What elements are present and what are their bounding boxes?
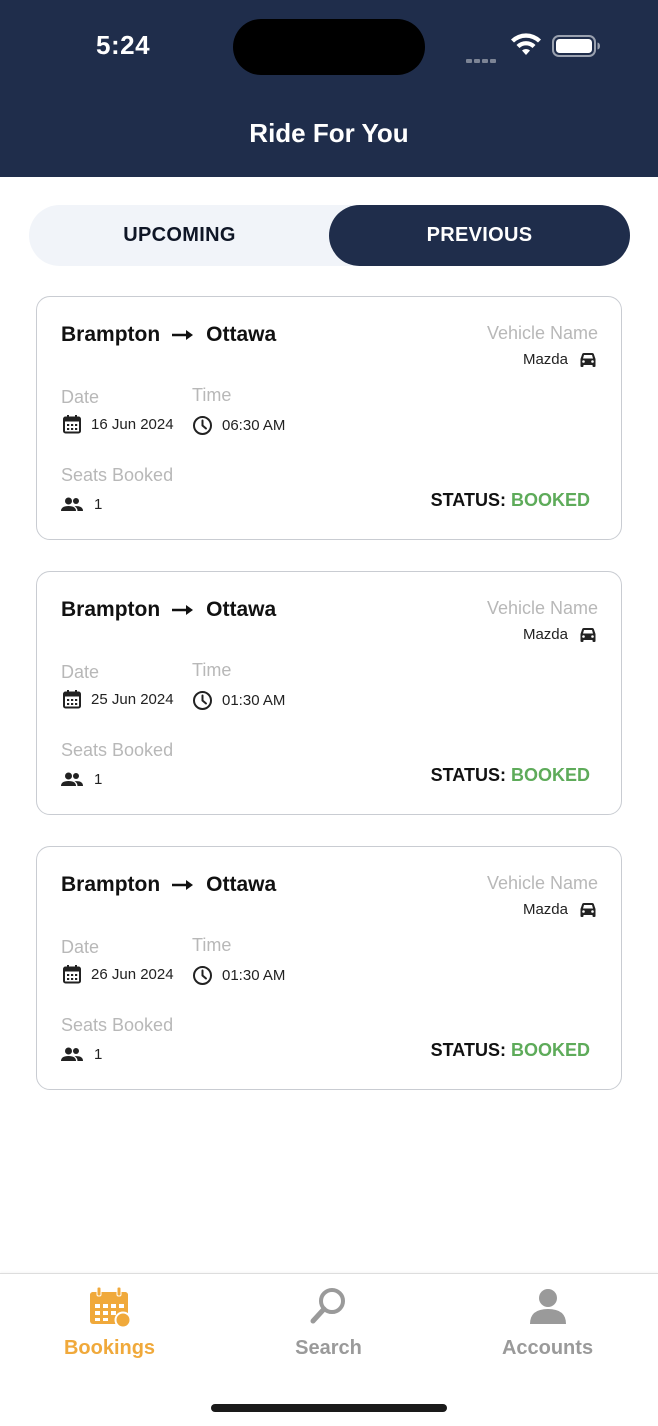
calendar-icon — [63, 965, 81, 984]
calendar-icon — [89, 1286, 131, 1328]
date-label: Date — [61, 662, 100, 682]
time-label: Time — [192, 385, 232, 405]
dynamic-island — [233, 19, 425, 75]
route: Brampton Ottawa — [61, 598, 276, 622]
vehicle-row: Mazda — [523, 351, 597, 368]
calendar-icon — [63, 690, 81, 709]
battery-icon — [552, 35, 600, 57]
arrow-right-icon — [172, 605, 194, 615]
tab-accounts[interactable]: Accounts — [438, 1274, 657, 1374]
page-title: Ride For You — [249, 118, 409, 148]
time-label: Time — [192, 660, 232, 680]
car-icon — [580, 902, 596, 917]
wifi-icon — [511, 33, 541, 55]
route-to: Ottawa — [206, 323, 277, 346]
vehicle-name: Mazda — [522, 351, 568, 368]
calendar-icon — [63, 415, 81, 434]
booking-date: 26 Jun 2024 — [91, 965, 174, 983]
date-row: 16 Jun 2024 — [62, 414, 174, 434]
booking-date: 16 Jun 2024 — [91, 415, 174, 433]
route: Brampton Ottawa — [61, 873, 276, 897]
home-indicator — [211, 1404, 447, 1412]
tab-previous[interactable]: PREVIOUS — [329, 205, 630, 266]
tab-search[interactable]: Search — [219, 1274, 438, 1374]
booking-status: STATUS: BOOKED — [431, 490, 590, 511]
seats-booked-label: Seats Booked — [61, 465, 174, 485]
search-icon — [310, 1288, 345, 1324]
route-from: Brampton — [61, 323, 161, 346]
seats-booked-label: Seats Booked — [61, 1015, 174, 1035]
people-icon — [61, 1047, 83, 1061]
seats-row: 1 — [61, 771, 102, 788]
seats-row: 1 — [61, 496, 102, 513]
tab-bookings-label: Bookings — [63, 1337, 156, 1359]
status-value: BOOKED — [510, 1040, 590, 1060]
status-value: BOOKED — [510, 765, 590, 785]
clock-icon — [193, 966, 212, 985]
booking-status: STATUS: BOOKED — [431, 1040, 590, 1061]
seats-count: 1 — [94, 1046, 103, 1063]
date-label: Date — [61, 387, 100, 407]
status-label: STATUS: — [430, 490, 506, 510]
clock-icon — [193, 691, 212, 710]
clock-icon — [193, 416, 212, 435]
tab-accounts-label: Accounts — [501, 1337, 594, 1359]
seats-count: 1 — [94, 771, 103, 788]
date-row: 25 Jun 2024 — [62, 689, 174, 709]
vehicle-name-label: Vehicle Name — [486, 323, 598, 343]
booking-card[interactable]: Brampton Ottawa Vehicle Name Mazda Date … — [36, 296, 622, 540]
seats-row: 1 — [61, 1046, 102, 1063]
seats-count: 1 — [94, 496, 103, 513]
vehicle-name: Mazda — [522, 626, 568, 643]
route-to: Ottawa — [206, 873, 277, 896]
route: Brampton Ottawa — [61, 323, 276, 347]
time-row: 06:30 AM — [192, 415, 285, 436]
vehicle-name-label: Vehicle Name — [486, 598, 598, 618]
time-row: 01:30 AM — [192, 965, 285, 986]
people-icon — [61, 772, 83, 786]
person-icon — [529, 1289, 566, 1324]
app-header: 5:24 Ride For You — [0, 0, 658, 177]
booking-date: 25 Jun 2024 — [91, 690, 174, 708]
date-label: Date — [61, 937, 100, 957]
people-icon — [61, 497, 83, 511]
status-value: BOOKED — [510, 490, 590, 510]
booking-status: STATUS: BOOKED — [431, 765, 590, 786]
tab-search-label: Search — [295, 1337, 362, 1359]
seats-booked-label: Seats Booked — [61, 740, 174, 760]
time-row: 01:30 AM — [192, 690, 285, 711]
route-from: Brampton — [61, 873, 161, 896]
vehicle-name: Mazda — [522, 901, 568, 918]
cellular-signal-icon — [466, 50, 498, 68]
tab-upcoming[interactable]: UPCOMING — [29, 205, 330, 266]
tab-bookings[interactable]: Bookings — [0, 1274, 219, 1374]
vehicle-row: Mazda — [523, 626, 597, 643]
booking-card[interactable]: Brampton Ottawa Vehicle Name Mazda Date … — [36, 846, 622, 1090]
time-label: Time — [192, 935, 232, 955]
booking-time: 06:30 AM — [222, 417, 286, 434]
arrow-right-icon — [172, 880, 194, 890]
route-from: Brampton — [61, 598, 161, 621]
ride-segment-control: UPCOMING PREVIOUS — [29, 205, 630, 266]
booking-card[interactable]: Brampton Ottawa Vehicle Name Mazda Date … — [36, 571, 622, 815]
booking-time: 01:30 AM — [222, 692, 286, 709]
car-icon — [580, 627, 596, 642]
status-label: STATUS: — [430, 765, 506, 785]
vehicle-name-label: Vehicle Name — [486, 873, 598, 893]
route-to: Ottawa — [206, 598, 277, 621]
status-label: STATUS: — [430, 1040, 506, 1060]
car-icon — [580, 352, 596, 367]
booking-time: 01:30 AM — [222, 967, 286, 984]
date-row: 26 Jun 2024 — [62, 964, 174, 984]
status-bar-time: 5:24 — [96, 30, 151, 60]
vehicle-row: Mazda — [523, 901, 597, 918]
arrow-right-icon — [172, 330, 194, 340]
